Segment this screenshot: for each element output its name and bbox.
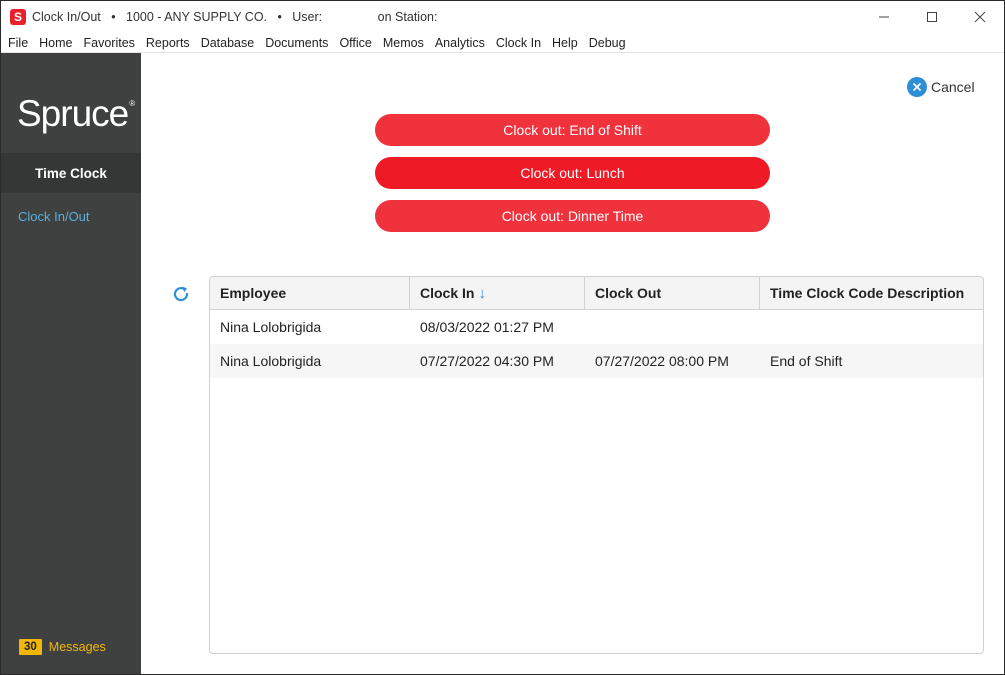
column-header-label: Clock Out [595, 285, 662, 301]
close-circle-icon [907, 77, 927, 97]
menu-debug[interactable]: Debug [583, 36, 631, 50]
menu-office[interactable]: Office [333, 36, 376, 50]
logo-text: Spruce [17, 93, 129, 134]
table-header: Employee Clock In ↓ Clock Out Time Clock … [210, 277, 983, 310]
table-row[interactable]: Nina Lolobrigida 07/27/2022 04:30 PM 07/… [210, 344, 983, 378]
menu-clock-in[interactable]: Clock In [490, 36, 546, 50]
app-window: S Clock In/Out • 1000 - ANY SUPPLY CO. •… [0, 0, 1005, 675]
window-title: Clock In/Out • 1000 - ANY SUPPLY CO. • U… [32, 10, 438, 24]
menu-database[interactable]: Database [195, 36, 260, 50]
sidebar-section-time-clock[interactable]: Time Clock [1, 153, 141, 193]
column-header-label: Employee [220, 285, 287, 301]
menu-memos[interactable]: Memos [377, 36, 429, 50]
menu-help[interactable]: Help [546, 36, 583, 50]
menu-file[interactable]: File [1, 36, 33, 50]
time-clock-table: Employee Clock In ↓ Clock Out Time Clock … [209, 276, 984, 654]
column-header-clock-in[interactable]: Clock In ↓ [410, 277, 585, 309]
cell-description: End of Shift [770, 353, 843, 369]
messages-link[interactable]: 30 Messages [19, 639, 106, 655]
sidebar-item-clock-in-out[interactable]: Clock In/Out [18, 209, 90, 224]
minimize-icon[interactable] [860, 1, 908, 33]
column-header-employee[interactable]: Employee [210, 277, 410, 309]
cancel-button[interactable]: Cancel [907, 77, 975, 97]
menu-analytics[interactable]: Analytics [429, 36, 490, 50]
clock-out-lunch-button[interactable]: Clock out: Lunch [375, 157, 770, 189]
menu-home[interactable]: Home [33, 36, 77, 50]
table-row[interactable]: Nina Lolobrigida 08/03/2022 01:27 PM [210, 310, 983, 344]
title-bar: S Clock In/Out • 1000 - ANY SUPPLY CO. •… [1, 1, 1004, 33]
app-logo-icon: S [10, 9, 26, 25]
messages-label: Messages [48, 640, 106, 654]
cell-employee: Nina Lolobrigida [220, 319, 322, 335]
refresh-icon[interactable] [171, 284, 191, 304]
cell-clock-in: 07/27/2022 04:30 PM [420, 353, 554, 369]
cell-description [760, 310, 983, 344]
sidebar: Spruce® Time Clock Clock In/Out 30 Messa… [1, 53, 141, 674]
column-header-clock-out[interactable]: Clock Out [585, 277, 760, 309]
registered-mark: ® [129, 99, 135, 108]
clock-out-dinner-time-button[interactable]: Clock out: Dinner Time [375, 200, 770, 232]
messages-count-badge: 30 [19, 639, 42, 655]
clock-out-end-of-shift-button[interactable]: Clock out: End of Shift [375, 114, 770, 146]
column-header-description[interactable]: Time Clock Code Description [760, 277, 983, 309]
spruce-logo: Spruce® [17, 93, 135, 135]
window-controls [860, 1, 1004, 33]
menu-documents[interactable]: Documents [259, 36, 333, 50]
sort-descending-icon: ↓ [478, 284, 486, 302]
column-header-label: Time Clock Code Description [770, 285, 965, 301]
cancel-label: Cancel [931, 79, 975, 95]
cell-clock-in: 08/03/2022 01:27 PM [420, 319, 554, 335]
column-header-label: Clock In [420, 285, 475, 301]
close-icon[interactable] [956, 1, 1004, 33]
cell-clock-out: 07/27/2022 08:00 PM [595, 353, 729, 369]
maximize-icon[interactable] [908, 1, 956, 33]
menu-bar: File Home Favorites Reports Database Doc… [1, 33, 1004, 53]
menu-favorites[interactable]: Favorites [78, 36, 140, 50]
cell-employee: Nina Lolobrigida [220, 353, 322, 369]
menu-reports[interactable]: Reports [140, 36, 195, 50]
cell-clock-out [585, 310, 760, 344]
